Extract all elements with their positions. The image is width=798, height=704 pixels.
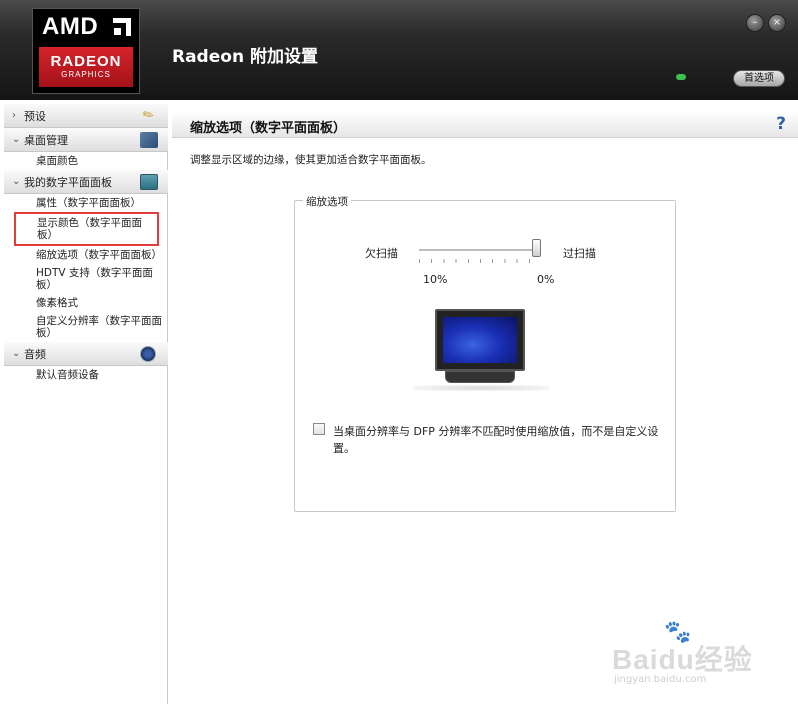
chevron-down-icon: ⌄ <box>12 176 21 187</box>
preferences-button[interactable]: 首选项 <box>733 70 785 87</box>
sidebar-section-label: 音频 <box>24 347 46 361</box>
sidebar-section-digital-flat-panel[interactable]: ⌄ 我的数字平面面板 <box>4 170 168 194</box>
logo-brand: AMD <box>42 13 99 40</box>
title-bar: AMD RADEON GRAPHICS Radeon 附加设置 – × 首选项 <box>0 0 798 100</box>
sidebar-section-label: 我的数字平面面板 <box>24 175 112 189</box>
desktop-icon <box>140 132 158 148</box>
sidebar-item-display-color[interactable]: 显示颜色（数字平面面板） <box>14 212 159 246</box>
use-scaling-checkbox[interactable] <box>313 423 325 435</box>
scaling-slider-thumb[interactable] <box>532 239 541 257</box>
underscan-label: 欠扫描 <box>365 247 398 260</box>
sidebar-item-desktop-color[interactable]: 桌面颜色 <box>4 152 167 170</box>
slider-right-value: 0% <box>537 273 555 286</box>
overscan-label: 过扫描 <box>563 247 596 260</box>
slider-left-value: 10% <box>423 273 448 286</box>
group-label: 缩放选项 <box>303 194 351 209</box>
sidebar-section-label: 预设 <box>24 109 46 123</box>
minimize-button[interactable]: – <box>746 14 764 32</box>
sidebar-section-label: 桌面管理 <box>24 133 68 147</box>
use-scaling-checkbox-label: 当桌面分辨率与 DFP 分辨率不匹配时使用缩放值，而不是自定义设置。 <box>333 425 659 455</box>
sidebar-section-presets[interactable]: › 预设 ✎ <box>4 104 168 128</box>
watermark-url: jingyan.baidu.com <box>614 674 707 685</box>
sidebar-section-desktop-management[interactable]: ⌄ 桌面管理 <box>4 128 168 152</box>
amd-arrow-icon <box>113 18 131 36</box>
chevron-down-icon: ⌄ <box>12 348 21 359</box>
sidebar-item-scaling-options[interactable]: 缩放选项（数字平面面板） <box>4 246 167 264</box>
amd-radeon-logo: AMD RADEON GRAPHICS <box>32 8 140 94</box>
sidebar-item-hdtv-support[interactable]: HDTV 支持（数字平面面板） <box>4 264 167 294</box>
page-title: 缩放选项（数字平面面板） <box>190 121 347 136</box>
close-button[interactable]: × <box>768 14 786 32</box>
watermark-text: Baidu经验 <box>612 644 753 675</box>
status-indicator-icon <box>676 74 686 80</box>
monitor-icon <box>140 174 158 190</box>
sidebar-section-audio[interactable]: ⌄ 音频 <box>4 342 168 366</box>
scaling-options-group: 缩放选项 欠扫描 过扫描 10% 0% 当桌面分辨率与 DFP 分辨率不匹配时使… <box>294 194 676 512</box>
logo-product: RADEON <box>50 53 122 70</box>
logo-subtitle: GRAPHICS <box>61 70 111 79</box>
logo-badge: RADEON GRAPHICS <box>39 47 133 87</box>
panel-header: 缩放选项（数字平面面板） ? <box>172 112 798 138</box>
sidebar-item-custom-resolution[interactable]: 自定义分辨率（数字平面面板） <box>4 312 167 342</box>
pencil-icon: ✎ <box>140 106 158 125</box>
slider-ticks <box>419 259 541 263</box>
monitor-screen <box>443 317 517 363</box>
sidebar-item-properties[interactable]: 属性（数字平面面板） <box>4 194 167 212</box>
monitor-shadow <box>413 385 549 391</box>
page-description: 调整显示区域的边缘，使其更加适合数字平面面板。 <box>190 154 432 166</box>
baidu-watermark: 🐾 Baidu经验 jingyan.baidu.com <box>612 620 762 688</box>
app-title: Radeon 附加设置 <box>172 47 318 67</box>
sidebar-item-default-audio-device[interactable]: 默认音频设备 <box>4 366 167 384</box>
monitor-preview-icon <box>435 309 525 371</box>
scaling-slider-track[interactable] <box>419 249 541 251</box>
sidebar: › 预设 ✎ ⌄ 桌面管理 桌面颜色 ⌄ 我的数字平面面板 属性（数字平面面板）… <box>4 104 168 704</box>
monitor-stand <box>445 371 515 383</box>
audio-icon <box>140 346 156 362</box>
main-panel: 缩放选项（数字平面面板） ? 调整显示区域的边缘，使其更加适合数字平面面板。 缩… <box>172 104 798 704</box>
help-icon[interactable]: ? <box>776 114 786 134</box>
chevron-down-icon: ⌄ <box>12 134 21 145</box>
chevron-right-icon: › <box>12 110 16 121</box>
sidebar-item-pixel-format[interactable]: 像素格式 <box>4 294 167 312</box>
